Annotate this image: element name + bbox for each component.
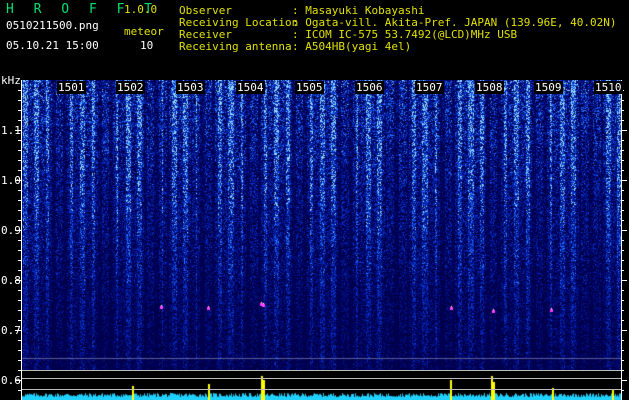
minute-label: 1507 bbox=[415, 81, 444, 94]
y-tick-mark bbox=[18, 90, 21, 91]
y-tick-mark-right bbox=[621, 340, 624, 341]
y-tick-mark bbox=[18, 140, 21, 141]
y-tick-mark-right bbox=[621, 120, 624, 121]
y-tick-mark bbox=[15, 380, 21, 381]
y-tick-mark-right bbox=[621, 220, 624, 221]
y-tick-mark-right bbox=[621, 260, 624, 261]
y-tick-mark bbox=[18, 220, 21, 221]
signal-strip bbox=[22, 370, 621, 400]
y-tick-mark bbox=[18, 310, 21, 311]
y-tick-mark bbox=[18, 370, 21, 371]
minute-label: 1510 bbox=[594, 81, 623, 94]
y-tick-mark bbox=[18, 150, 21, 151]
y-tick-mark-right bbox=[621, 110, 624, 111]
y-tick-mark bbox=[15, 230, 21, 231]
y-tick-mark-right bbox=[621, 300, 624, 301]
app-version: 1.0.0 bbox=[124, 3, 158, 16]
y-tick-mark bbox=[18, 160, 21, 161]
strip-top-line bbox=[22, 370, 621, 371]
y-tick-mark-right bbox=[621, 350, 624, 351]
y-tick-mark bbox=[18, 270, 21, 271]
left-axis-line bbox=[21, 80, 22, 400]
y-tick-mark-right bbox=[621, 160, 624, 161]
y-tick-mark bbox=[15, 180, 21, 181]
minute-label: 1505 bbox=[295, 81, 324, 94]
y-tick-mark-right bbox=[621, 130, 627, 131]
y-tick-mark-right bbox=[621, 380, 627, 381]
y-tick-mark bbox=[18, 390, 21, 391]
y-tick-mark-right bbox=[621, 140, 624, 141]
minute-label: 1501 bbox=[57, 81, 86, 94]
y-tick-mark bbox=[18, 300, 21, 301]
file-datetime: 05.10.21 15:00 bbox=[6, 39, 99, 52]
minute-label: 1503 bbox=[176, 81, 205, 94]
y-tick-mark-right bbox=[621, 200, 624, 201]
minute-label: 1502 bbox=[116, 81, 145, 94]
y-tick-mark-right bbox=[621, 360, 624, 361]
y-tick-mark bbox=[18, 210, 21, 211]
y-tick-mark bbox=[18, 360, 21, 361]
y-tick-mark bbox=[18, 200, 21, 201]
y-tick-mark bbox=[18, 320, 21, 321]
y-tick-mark bbox=[18, 340, 21, 341]
y-tick-mark-right bbox=[621, 250, 624, 251]
y-tick-mark bbox=[18, 240, 21, 241]
y-tick-mark-right bbox=[621, 280, 627, 281]
y-tick-mark-right bbox=[621, 290, 624, 291]
y-tick-mark bbox=[18, 170, 21, 171]
strip-low-line bbox=[22, 389, 621, 390]
y-tick-mark-right bbox=[621, 230, 627, 231]
spectrogram bbox=[22, 80, 621, 370]
y-tick-mark bbox=[18, 260, 21, 261]
y-tick-mark-right bbox=[621, 320, 624, 321]
antenna-label: Receiving antenna bbox=[179, 40, 292, 53]
minute-label: 1504 bbox=[236, 81, 265, 94]
minute-label: 1509 bbox=[534, 81, 563, 94]
y-tick-mark-right bbox=[621, 210, 624, 211]
antenna-value: : A504HB(yagi 4el) bbox=[292, 40, 412, 53]
y-tick-mark-right bbox=[621, 150, 624, 151]
y-tick-mark bbox=[15, 280, 21, 281]
y-tick-mark bbox=[18, 250, 21, 251]
y-tick-mark-right bbox=[621, 390, 624, 391]
y-tick-mark-right bbox=[621, 170, 624, 171]
y-tick-mark-right bbox=[621, 270, 624, 271]
y-tick-mark-right bbox=[621, 190, 624, 191]
meteor-count: 10 bbox=[140, 39, 154, 52]
y-tick-mark-right bbox=[621, 180, 627, 181]
meteor-label: meteor bbox=[124, 25, 164, 38]
y-tick-mark bbox=[18, 100, 21, 101]
y-tick-mark-right bbox=[621, 330, 627, 331]
y-tick-mark bbox=[18, 190, 21, 191]
minute-label: 1506 bbox=[355, 81, 384, 94]
y-tick-mark-right bbox=[621, 240, 624, 241]
y-tick-mark-right bbox=[621, 310, 624, 311]
y-tick-mark-right bbox=[621, 370, 624, 371]
y-tick-mark-right bbox=[621, 100, 624, 101]
y-tick-mark bbox=[18, 120, 21, 121]
y-tick-mark bbox=[18, 110, 21, 111]
strip-mid-line bbox=[22, 378, 621, 379]
y-unit: kHz bbox=[1, 74, 21, 87]
y-tick-mark bbox=[18, 290, 21, 291]
file-name: 0510211500.png bbox=[6, 19, 99, 32]
y-tick-mark bbox=[15, 130, 21, 131]
y-tick-mark bbox=[15, 330, 21, 331]
minute-label: 1508 bbox=[475, 81, 504, 94]
y-tick-mark bbox=[18, 350, 21, 351]
